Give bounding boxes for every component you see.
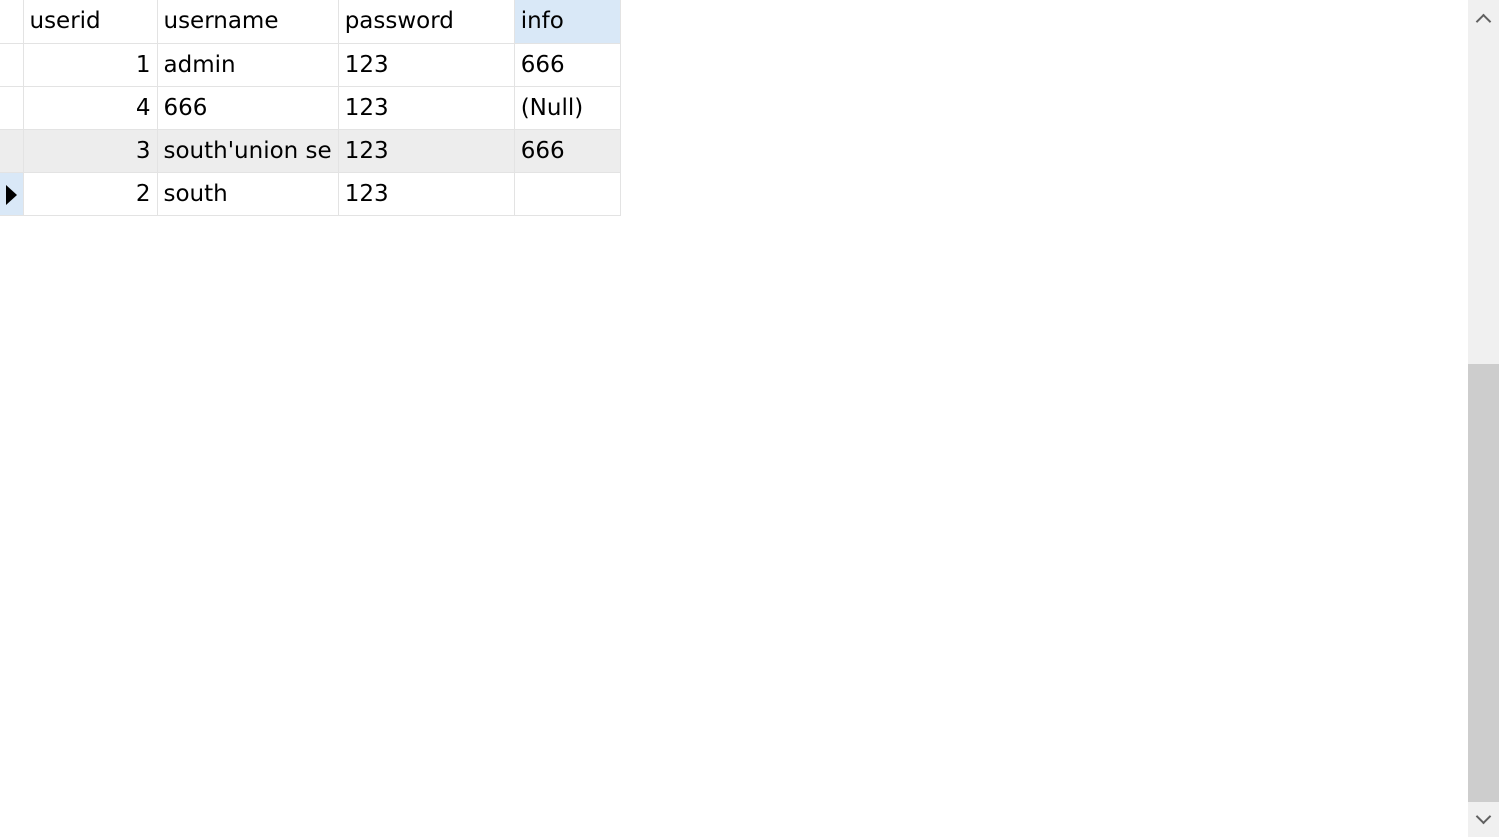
row-indicator[interactable]: [0, 172, 24, 216]
chevron-down-icon: [1475, 808, 1492, 824]
cell-userid[interactable]: 4: [23, 86, 158, 130]
row-indicator[interactable]: [0, 129, 24, 173]
cell-userid[interactable]: 1: [23, 43, 158, 87]
corner-cell[interactable]: [0, 0, 24, 44]
column-header-userid[interactable]: userid: [23, 0, 158, 44]
cell-info[interactable]: 666: [514, 129, 621, 173]
table-row[interactable]: 1 admin 123 666: [0, 43, 621, 87]
cell-info-null[interactable]: (Null): [514, 86, 621, 130]
cell-userid[interactable]: 2: [23, 172, 158, 216]
cell-password[interactable]: 123: [338, 129, 515, 173]
cell-userid[interactable]: 3: [23, 129, 158, 173]
cell-username[interactable]: 666: [157, 86, 339, 130]
row-indicator[interactable]: [0, 43, 24, 87]
table-row[interactable]: 4 666 123 (Null): [0, 86, 621, 130]
cell-password[interactable]: 123: [338, 86, 515, 130]
row-indicator[interactable]: [0, 86, 24, 130]
results-table: userid username password info 1 admin 12…: [0, 0, 621, 216]
table-row[interactable]: 3 south'union se 123 666: [0, 129, 621, 173]
data-grid[interactable]: userid username password info 1 admin 12…: [0, 0, 1468, 837]
chevron-up-icon: [1475, 13, 1492, 29]
scroll-down-button[interactable]: [1468, 801, 1499, 837]
cell-info[interactable]: 666: [514, 43, 621, 87]
column-header-info[interactable]: info: [514, 0, 621, 44]
column-header-password[interactable]: password: [338, 0, 515, 44]
column-header-username[interactable]: username: [157, 0, 339, 44]
cell-username[interactable]: admin: [157, 43, 339, 87]
scrollbar-thumb[interactable]: [1468, 364, 1499, 802]
cell-info[interactable]: [514, 172, 621, 216]
current-row-arrow-icon: [6, 184, 17, 205]
cell-username[interactable]: south: [157, 172, 339, 216]
header-row: userid username password info: [0, 0, 621, 44]
vertical-scrollbar[interactable]: [1468, 0, 1499, 837]
table-row-current[interactable]: 2 south 123: [0, 172, 621, 216]
cell-username[interactable]: south'union se: [157, 129, 339, 173]
scroll-up-button[interactable]: [1468, 0, 1499, 36]
cell-password[interactable]: 123: [338, 43, 515, 87]
cell-password[interactable]: 123: [338, 172, 515, 216]
